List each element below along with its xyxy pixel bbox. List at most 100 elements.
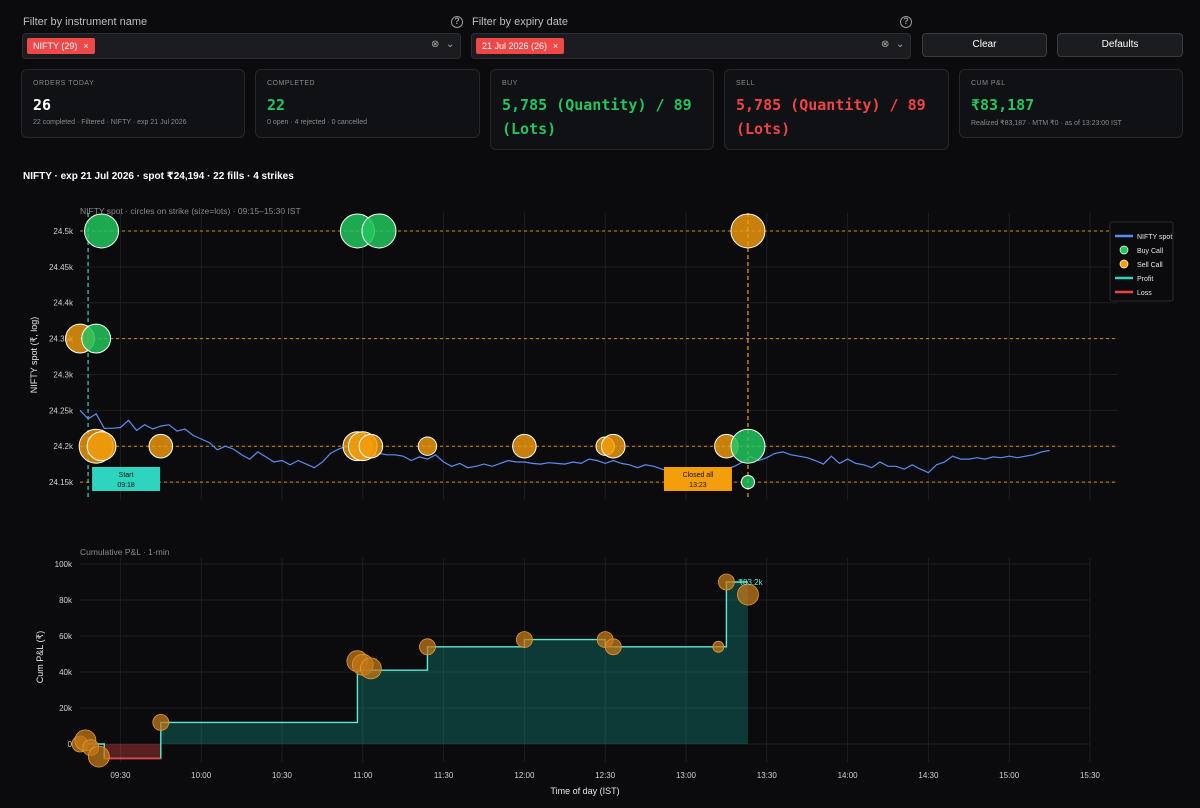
x-tick-label: 10:00 [191, 771, 212, 780]
x-tick-label: 11:30 [434, 771, 454, 780]
y-tick-label: 24.45k [49, 263, 74, 272]
y-tick-label: 24.3k [53, 370, 74, 379]
card-subtitle: Realized ₹83,187 · MTM ₹0 · as of 13:23:… [971, 120, 1122, 127]
expiry-chip[interactable]: 21 Jul 2026 (26) × [476, 38, 565, 54]
y-tick-label: 40k [59, 668, 73, 677]
pnl-fill-marker [87, 745, 110, 768]
instrument-chip[interactable]: NIFTY (29) × [27, 38, 95, 54]
legend-entry: Buy Call [1137, 248, 1164, 255]
card-value: 22 [267, 96, 286, 114]
chevron-down-icon[interactable]: ⌄ [896, 39, 904, 50]
y-tick-label: 24.2k [53, 442, 74, 451]
chevron-down-icon[interactable]: ⌄ [446, 39, 454, 50]
legend-swatch-buy [1119, 245, 1129, 255]
chip-remove-icon[interactable]: × [83, 41, 88, 51]
buy-card: BUY 5,785 (Quantity) / 89 (Lots) [490, 69, 714, 150]
x-axis-label: Time of day (IST) [550, 786, 619, 796]
end-value-label: ₹83.2k [738, 578, 764, 587]
y-tick-label: 24.5k [53, 227, 74, 236]
card-title: CUM P&L [971, 80, 1006, 87]
sell-fill-point [148, 433, 174, 459]
y-axis-label: NIFTY spot (₹, log) [29, 317, 39, 394]
x-tick-label: 13:00 [676, 771, 697, 780]
card-value: 26 [33, 96, 52, 114]
clear-selection-icon[interactable]: ⊗ [881, 39, 889, 50]
x-tick-label: 12:00 [514, 771, 535, 780]
y-tick-label: 24.4k [53, 299, 74, 308]
pnl-fill-marker [419, 638, 436, 656]
expiry-filter-label: Filter by expiry date [472, 16, 568, 28]
pnl-fill-marker [604, 638, 622, 656]
pnl-fill-marker [737, 583, 759, 606]
x-tick-label: 14:00 [838, 771, 859, 780]
spot-chart: NIFTY spot · circles on strike (size=lot… [29, 206, 1174, 500]
card-value: ₹83,187 [971, 96, 1035, 114]
chart-heading: NIFTY · exp 21 Jul 2026 · spot ₹24,194 ·… [23, 171, 294, 182]
legend-swatch-sell [1119, 259, 1129, 269]
annotation-label: Closed all [683, 472, 714, 479]
card-title: COMPLETED [267, 80, 316, 87]
x-tick-label: 11:00 [353, 771, 373, 780]
card-title: ORDERS TODAY [33, 80, 95, 87]
help-icon[interactable]: ? [451, 16, 463, 28]
y-axis-label: Cum P&L (₹) [35, 631, 45, 683]
card-value: 5,785 (Quantity) / 89 (Lots) [502, 96, 692, 138]
chart-title: NIFTY spot · circles on strike (size=lot… [80, 206, 301, 216]
x-tick-label: 13:30 [757, 771, 778, 780]
buy-fill-point [740, 474, 756, 490]
sell-fill-point [358, 433, 384, 459]
annotation-time: 09:18 [117, 482, 135, 489]
x-tick-label: 14:30 [918, 771, 939, 780]
y-tick-label: 20k [59, 704, 73, 713]
pnl-fill-marker [516, 631, 533, 648]
card-subtitle: 22 completed · Filtered · NIFTY · exp 21… [33, 119, 187, 126]
pnl-fill-marker [718, 573, 735, 591]
card-title: SELL [736, 80, 756, 87]
chip-remove-icon[interactable]: × [553, 41, 558, 51]
card-title: BUY [502, 80, 518, 87]
x-tick-label: 10:30 [272, 771, 293, 780]
y-tick-label: 24.15k [49, 478, 74, 487]
buy-fill-point [361, 213, 397, 249]
x-tick-label: 15:00 [999, 771, 1020, 780]
legend: NIFTY spot Buy Call Sell Call Profit Los… [1109, 221, 1174, 302]
chart-title: Cumulative P&L · 1-min [80, 547, 170, 557]
y-tick-label: 100k [55, 560, 73, 569]
y-tick-label: 60k [59, 632, 73, 641]
expiry-select[interactable]: 21 Jul 2026 (26) × ⊗ ⌄ [471, 33, 911, 59]
y-tick-label: 24.25k [49, 406, 74, 415]
sell-fill-point [86, 431, 117, 462]
sell-fill-point [730, 213, 766, 249]
sell-fill-point [600, 433, 626, 459]
clear-selection-icon[interactable]: ⊗ [431, 39, 439, 50]
x-tick-label: 12:30 [595, 771, 616, 780]
spot-line [79, 409, 1050, 475]
instrument-chip-label: NIFTY (29) [33, 41, 78, 51]
y-tick-label: 80k [59, 596, 73, 605]
instrument-select[interactable]: NIFTY (29) × ⊗ ⌄ [22, 33, 461, 59]
buy-fill-point [81, 323, 112, 354]
annotation-time: 13:23 [689, 482, 707, 489]
help-icon[interactable]: ? [900, 16, 912, 28]
defaults-button[interactable]: Defaults [1057, 33, 1183, 57]
card-subtitle: 0 open · 4 rejected · 0 cancelled [267, 119, 368, 126]
page: Filter by instrument name ? NIFTY (29) × … [0, 0, 1200, 808]
x-tick-label: 09:30 [110, 771, 131, 780]
pnl-chart: Cumulative P&L · 1-min Cum P&L (₹) Time … [35, 547, 1101, 796]
buy-fill-point [730, 428, 766, 464]
card-value: 5,785 (Quantity) / 89 (Lots) [736, 96, 926, 138]
buy-fill-point [84, 213, 120, 249]
pnl-fill-marker [712, 640, 725, 653]
sell-fill-point [512, 433, 537, 459]
annotation-label: Start [119, 472, 134, 479]
orders-today-card: ORDERS TODAY 26 22 completed · Filtered … [21, 69, 245, 138]
pnl-fill-marker [152, 713, 170, 731]
legend-entry: NIFTY spot [1137, 234, 1172, 241]
cum-pnl-card: CUM P&L ₹83,187 Realized ₹83,187 · MTM ₹… [959, 69, 1183, 138]
instrument-filter-label: Filter by instrument name [23, 16, 148, 28]
sell-fill-point [417, 436, 438, 456]
x-tick-label: 15:30 [1080, 771, 1101, 780]
clear-button[interactable]: Clear [922, 33, 1047, 57]
loss-area [104, 744, 161, 759]
legend-entry: Profit [1137, 276, 1153, 283]
